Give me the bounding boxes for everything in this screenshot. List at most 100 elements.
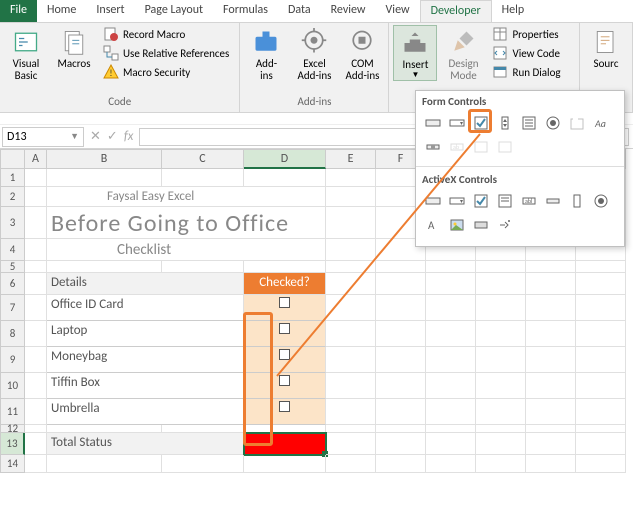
- checkbox-9[interactable]: [279, 349, 290, 360]
- cell-F14[interactable]: [376, 455, 426, 473]
- col-B[interactable]: B: [47, 149, 162, 169]
- cell-J13[interactable]: [576, 433, 626, 455]
- cell-C1[interactable]: [162, 169, 244, 187]
- cell-I9[interactable]: [526, 347, 576, 373]
- cell-F13[interactable]: [376, 433, 426, 455]
- row-5[interactable]: 5: [0, 261, 25, 273]
- use-relative-button[interactable]: Use Relative References: [100, 44, 232, 62]
- row-14[interactable]: 14: [0, 455, 25, 473]
- cell-B13[interactable]: Total Status: [47, 433, 162, 455]
- cell-H7[interactable]: [476, 295, 526, 321]
- form-combo2-icon[interactable]: [470, 136, 492, 158]
- form-textfield-icon[interactable]: ab: [446, 136, 468, 158]
- ax-label-icon[interactable]: A: [422, 214, 444, 236]
- cell-E6[interactable]: [326, 273, 376, 295]
- cell-B7[interactable]: Office ID Card: [47, 295, 162, 321]
- record-macro-button[interactable]: Record Macro: [100, 25, 232, 43]
- ax-image-icon[interactable]: [446, 214, 468, 236]
- cell-F11[interactable]: [376, 399, 426, 425]
- ax-option-icon[interactable]: [590, 190, 612, 212]
- ax-textbox-icon[interactable]: abl: [518, 190, 540, 212]
- cell-J10[interactable]: [576, 373, 626, 399]
- cell-B1[interactable]: [47, 169, 162, 187]
- cell-C5[interactable]: [162, 261, 244, 273]
- visual-basic-button[interactable]: Visual Basic: [4, 25, 48, 82]
- row-3[interactable]: 3: [0, 207, 25, 239]
- cell-B8[interactable]: Laptop: [47, 321, 162, 347]
- cell-H12[interactable]: [476, 425, 526, 433]
- macros-button[interactable]: Macros: [52, 25, 96, 70]
- cell-I12[interactable]: [526, 425, 576, 433]
- cell-C6[interactable]: [162, 273, 244, 295]
- cell-A13[interactable]: [25, 433, 47, 455]
- cell-F10[interactable]: [376, 373, 426, 399]
- cell-H6[interactable]: [476, 273, 526, 295]
- cell-I11[interactable]: [526, 399, 576, 425]
- cell-I8[interactable]: [526, 321, 576, 347]
- cell-A9[interactable]: [25, 347, 47, 373]
- cell-I7[interactable]: [526, 295, 576, 321]
- form-checkbox-icon[interactable]: [470, 112, 492, 134]
- cell-I10[interactable]: [526, 373, 576, 399]
- cell-G8[interactable]: [426, 321, 476, 347]
- cell-A5[interactable]: [25, 261, 47, 273]
- cell-A14[interactable]: [25, 455, 47, 473]
- com-addins-button[interactable]: COM Add-ins: [340, 25, 384, 82]
- tab-developer[interactable]: Developer: [420, 0, 492, 22]
- cell-C8[interactable]: [162, 321, 244, 347]
- cell-B10[interactable]: Tiffin Box: [47, 373, 162, 399]
- cell-D8[interactable]: [244, 321, 326, 347]
- row-9[interactable]: 9: [0, 347, 25, 373]
- form-scrollbar-icon[interactable]: [422, 136, 444, 158]
- cell-D12[interactable]: [244, 425, 326, 433]
- cell-A10[interactable]: [25, 373, 47, 399]
- cell-I5[interactable]: [526, 261, 576, 273]
- tab-data[interactable]: Data: [278, 0, 321, 22]
- cell-G10[interactable]: [426, 373, 476, 399]
- row-10[interactable]: 10: [0, 373, 25, 399]
- cell-B9[interactable]: Moneybag: [47, 347, 162, 373]
- cell-F9[interactable]: [376, 347, 426, 373]
- cell-E12[interactable]: [326, 425, 376, 433]
- cell-C11[interactable]: [162, 399, 244, 425]
- cell-J5[interactable]: [576, 261, 626, 273]
- cell-F12[interactable]: [376, 425, 426, 433]
- form-combo3-icon[interactable]: [494, 136, 516, 158]
- macro-security-button[interactable]: ! Macro Security: [100, 63, 232, 81]
- cell-H13[interactable]: [476, 433, 526, 455]
- cell-G7[interactable]: [426, 295, 476, 321]
- fx-fx-icon[interactable]: fx: [124, 129, 134, 144]
- row-2[interactable]: 2: [0, 187, 25, 207]
- cell-E14[interactable]: [326, 455, 376, 473]
- form-option-icon[interactable]: [542, 112, 564, 134]
- cell-A12[interactable]: [25, 425, 47, 433]
- cell-E3[interactable]: [326, 207, 376, 239]
- cell-B12[interactable]: [47, 425, 162, 433]
- form-spinner-icon[interactable]: [494, 112, 516, 134]
- tab-review[interactable]: Review: [321, 0, 376, 22]
- fx-enter-icon[interactable]: ✓: [107, 129, 118, 144]
- excel-addins-button[interactable]: Excel Add-ins: [292, 25, 336, 82]
- cell-G9[interactable]: [426, 347, 476, 373]
- cell-A7[interactable]: [25, 295, 47, 321]
- checkbox-10[interactable]: [279, 375, 290, 386]
- cell-B5[interactable]: [47, 261, 162, 273]
- cell-D4[interactable]: [244, 239, 326, 261]
- cell-C9[interactable]: [162, 347, 244, 373]
- cell-E8[interactable]: [326, 321, 376, 347]
- form-groupbox-icon[interactable]: [566, 112, 588, 134]
- cell-E5[interactable]: [326, 261, 376, 273]
- cell-C14[interactable]: [162, 455, 244, 473]
- cell-B14[interactable]: [47, 455, 162, 473]
- cell-B2[interactable]: Faysal Easy Excel: [47, 187, 162, 207]
- cell-I6[interactable]: [526, 273, 576, 295]
- ax-scrollbar-icon[interactable]: [542, 190, 564, 212]
- cell-D10[interactable]: [244, 373, 326, 399]
- ax-combo-icon[interactable]: [446, 190, 468, 212]
- row-8[interactable]: 8: [0, 321, 25, 347]
- ax-spinner-icon[interactable]: [566, 190, 588, 212]
- cell-F6[interactable]: [376, 273, 426, 295]
- cell-A11[interactable]: [25, 399, 47, 425]
- row-7[interactable]: 7: [0, 295, 25, 321]
- source-button[interactable]: Sourc: [584, 25, 628, 70]
